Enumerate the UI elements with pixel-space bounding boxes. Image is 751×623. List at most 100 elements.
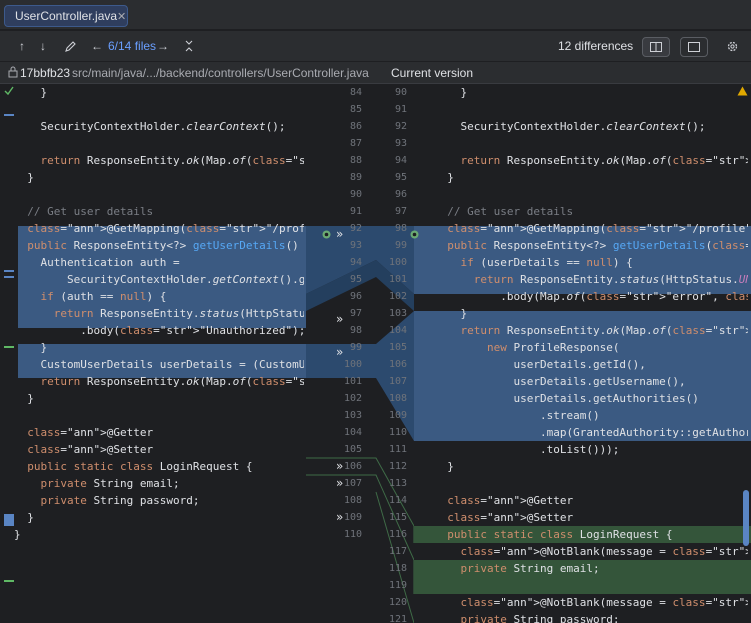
code-line[interactable]: .stream() [434,407,748,424]
edit-button[interactable] [62,38,78,54]
line-number: 84 [349,87,362,98]
code-line[interactable]: class="ann">@Setter [434,509,748,526]
line-number: 100 [388,257,407,268]
line-number: 105 [343,444,362,455]
code-line[interactable]: class="ann">@GetMapping(class="str">"/pr… [434,220,748,237]
code-line[interactable]: } [14,509,304,526]
line-number: 88 [349,155,362,166]
code-line[interactable] [14,101,304,118]
previous-file-button[interactable]: ← [89,38,105,54]
code-line[interactable]: private String email; [14,475,304,492]
code-line[interactable]: return ResponseEntity.status(HttpStatus.… [14,305,304,322]
code-line[interactable]: private String password; [14,492,304,509]
code-line[interactable] [434,186,748,203]
code-line[interactable]: } [434,169,748,186]
apply-change-arrow[interactable]: » [336,458,343,475]
line-number: 99 [394,240,407,251]
change-marker [4,346,14,348]
code-line[interactable] [434,101,748,118]
code-line[interactable]: return ResponseEntity.status(HttpStatus.… [434,271,748,288]
code-line[interactable]: .body(class="str">"Unauthorized"); [14,322,304,339]
line-number: 92 [394,121,407,132]
code-line[interactable] [434,475,748,492]
code-line[interactable]: private String email; [434,560,748,577]
code-line[interactable]: class="ann">@GetMapping(class="str">"/pr… [14,220,304,237]
code-line[interactable]: } [434,84,748,101]
checkmark-icon [4,86,14,96]
line-number: 110 [343,529,362,540]
code-line[interactable]: } [14,339,304,356]
code-line[interactable]: private String password; [434,611,748,623]
apply-change-arrow[interactable]: » [336,475,343,492]
previous-difference-button[interactable]: ↑ [14,38,30,54]
line-number: 108 [388,393,407,404]
code-line[interactable]: userDetails.getUsername(), [434,373,748,390]
code-line[interactable]: .body(Map.of(class="str">"error", class=… [434,288,748,305]
code-line[interactable]: SecurityContextHolder.clearContext(); [14,118,304,135]
line-number: 109 [388,410,407,421]
code-line[interactable] [434,135,748,152]
line-number: 103 [343,410,362,421]
unified-view-button[interactable] [680,37,708,57]
code-line[interactable]: return ResponseEntity.ok(Map.of(class="s… [14,152,305,169]
line-number: 112 [388,461,407,472]
code-line[interactable]: public ResponseEntity<?> getUserDetails(… [14,237,304,254]
code-line[interactable]: } [434,305,748,322]
code-line[interactable]: // Get user details [434,203,748,220]
code-line[interactable]: SecurityContextHolder.getContext().getAu [14,271,304,288]
code-line[interactable]: } [434,458,748,475]
side-by-side-view-button[interactable] [642,37,670,57]
apply-change-arrow[interactable]: » [336,226,343,243]
code-line[interactable] [14,135,304,152]
code-line[interactable]: class="ann">@Getter [14,424,304,441]
code-line[interactable]: class="ann">@Setter [14,441,304,458]
endpoint-gutter-icon[interactable] [409,229,420,240]
tab-filename: UserController.java [15,9,118,23]
code-line[interactable]: userDetails.getAuthorities() [434,390,748,407]
apply-change-arrow[interactable]: » [336,509,343,526]
code-line[interactable]: return ResponseEntity.ok(Map.of(class="s… [434,322,749,339]
settings-button[interactable] [724,38,740,54]
code-line[interactable]: } [14,526,304,543]
close-icon[interactable]: ✕ [117,10,126,23]
code-line[interactable] [14,407,304,424]
code-line[interactable] [434,577,748,594]
line-number: 90 [349,189,362,200]
code-line[interactable]: } [14,84,304,101]
next-file-button[interactable]: → [155,38,171,54]
code-line[interactable]: public ResponseEntity<?> getUserDetails(… [434,237,748,254]
line-number: 110 [388,427,407,438]
code-line[interactable]: if (userDetails == null) { [434,254,748,271]
code-line[interactable] [14,186,304,203]
code-line[interactable]: userDetails.getId(), [434,356,748,373]
apply-change-arrow[interactable]: » [336,311,343,328]
code-line[interactable]: class="ann">@NotBlank(message = class="s… [434,543,749,560]
files-count[interactable]: 6/14 files [108,39,156,53]
scrollbar-thumb[interactable] [743,490,749,546]
line-number: 93 [394,138,407,149]
collapse-unchanged-button[interactable] [181,38,197,54]
code-line[interactable]: } [14,390,304,407]
file-tab[interactable]: UserController.java ✕ [4,5,128,27]
code-line[interactable]: Authentication auth = [14,254,304,271]
collapse-icon [185,40,193,52]
code-line[interactable]: SecurityContextHolder.clearContext(); [434,118,748,135]
code-line[interactable]: // Get user details [14,203,304,220]
diff-editor: } SecurityContextHolder.clearContext(); … [0,84,751,623]
line-number: 103 [388,308,407,319]
code-line[interactable]: public static class LoginRequest { [14,458,304,475]
code-line[interactable]: return ResponseEntity.ok(Map.of(class="s… [14,373,305,390]
code-line[interactable]: class="ann">@NotBlank(message = class="s… [434,594,749,611]
next-difference-button[interactable]: ↓ [35,38,51,54]
code-line[interactable]: return ResponseEntity.ok(Map.of(class="s… [434,152,749,169]
code-line[interactable]: class="ann">@Getter [434,492,748,509]
code-line[interactable]: if (auth == null) { [14,288,304,305]
endpoint-gutter-icon[interactable] [321,229,332,240]
code-line[interactable]: } [14,169,304,186]
code-line[interactable]: new ProfileResponse( [434,339,748,356]
code-line[interactable]: CustomUserDetails userDetails = (CustomU… [14,356,304,373]
apply-change-arrow[interactable]: » [336,344,343,361]
code-line[interactable]: .toList())); [434,441,748,458]
code-line[interactable]: public static class LoginRequest { [434,526,748,543]
code-line[interactable]: .map(GrantedAuthority::getAuthority) [434,424,748,441]
